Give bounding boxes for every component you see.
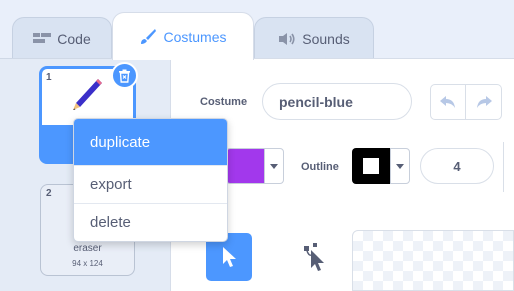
chevron-down-icon <box>396 163 404 169</box>
costume-name-input[interactable]: pencil-blue <box>262 83 412 120</box>
costume-size-label: 94 x 124 <box>72 259 103 268</box>
tab-costumes-label: Costumes <box>163 28 227 45</box>
tab-sounds-label: Sounds <box>302 31 350 47</box>
outline-width-input[interactable]: 4 <box>420 148 494 184</box>
speaker-icon <box>279 33 295 45</box>
menu-item-export[interactable]: export <box>74 165 227 203</box>
tab-sounds[interactable]: Sounds <box>254 17 374 60</box>
undo-icon <box>440 96 455 108</box>
costume-context-menu: duplicate export delete <box>73 118 228 242</box>
arrow-cursor-icon <box>223 247 236 267</box>
delete-costume-button[interactable] <box>111 62 138 89</box>
outline-swatch-center <box>363 158 379 174</box>
trash-icon <box>119 69 130 83</box>
redo-icon <box>476 96 492 108</box>
fill-color-dropdown[interactable] <box>264 148 284 184</box>
reshape-tool-button[interactable] <box>292 233 338 281</box>
costume-number: 2 <box>46 188 52 199</box>
costume-name-label: eraser <box>73 243 102 254</box>
tab-code-label: Code <box>57 31 91 47</box>
chevron-down-icon <box>270 163 278 169</box>
tab-code[interactable]: Code <box>12 17 112 60</box>
costume-number: 1 <box>46 72 52 83</box>
redo-button[interactable] <box>466 84 502 120</box>
menu-item-delete[interactable]: delete <box>74 203 227 241</box>
paint-canvas[interactable] <box>352 230 514 291</box>
reshape-icon <box>304 243 324 271</box>
toolbar-divider <box>503 142 504 192</box>
menu-item-duplicate[interactable]: duplicate <box>74 119 227 165</box>
code-icon <box>33 33 52 43</box>
costume-name-label: Costume <box>200 96 248 108</box>
outline-color-swatch[interactable] <box>352 148 390 184</box>
paintbrush-icon <box>141 28 157 44</box>
fill-color-swatch[interactable] <box>226 148 264 184</box>
pencil-thumbnail-icon <box>73 79 102 110</box>
tab-costumes[interactable]: Costumes <box>112 12 254 60</box>
outline-label: Outline <box>301 161 339 173</box>
undo-button[interactable] <box>430 84 466 120</box>
outline-color-dropdown[interactable] <box>390 148 410 184</box>
